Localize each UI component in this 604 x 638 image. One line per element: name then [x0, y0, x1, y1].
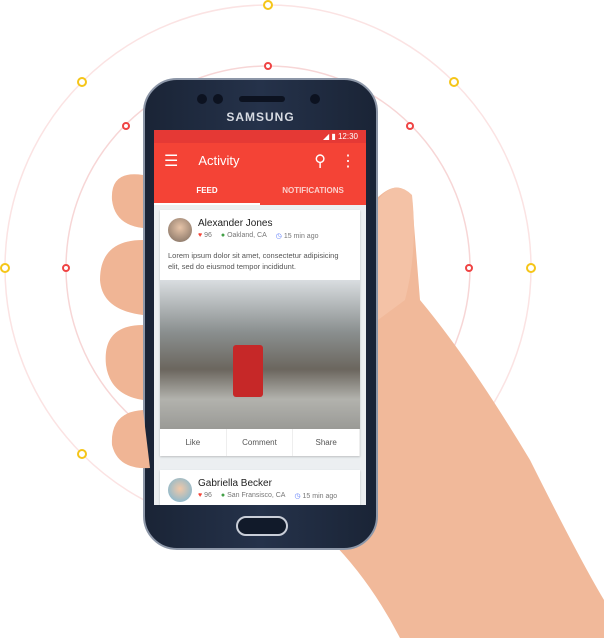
- like-button[interactable]: Like: [160, 429, 227, 456]
- app-screen: ◢ ▮ 12:30 ☰ Activity ⚲ ⋮ FEED NOTIFICATI…: [154, 130, 366, 505]
- post-card: Gabriella Becker ♥ 96 ● San Fransisco, CA…: [160, 470, 360, 505]
- tab-bar: FEED NOTIFICATIONS: [154, 178, 366, 205]
- post-text: Lorem ipsum dolor sit amet, consectetur …: [168, 251, 339, 271]
- heart-icon: ♥: [198, 232, 203, 239]
- post-time: 15 min ago: [302, 493, 338, 500]
- page-title: Activity: [198, 153, 240, 168]
- post-image[interactable]: [160, 280, 360, 429]
- avatar[interactable]: [168, 478, 192, 502]
- share-button[interactable]: Share: [293, 429, 361, 456]
- post-location: Oakland, CA: [227, 232, 267, 239]
- more-vert-icon[interactable]: ⋮: [340, 151, 356, 171]
- search-icon[interactable]: ⚲: [314, 151, 326, 171]
- comment-button[interactable]: Comment: [227, 429, 294, 456]
- tram-image: [233, 345, 263, 397]
- post-card: Alexander Jones ♥ 96 ● Oakland, CA ◷ 15 mi…: [160, 210, 361, 456]
- like-count: 96: [204, 232, 212, 239]
- status-bar: ◢ ▮ 12:30: [154, 130, 366, 143]
- menu-icon[interactable]: ☰: [164, 151, 178, 171]
- like-count: 96: [204, 492, 212, 499]
- clock-icon: ◷: [294, 493, 301, 500]
- location-pin-icon: ●: [220, 232, 226, 239]
- avatar[interactable]: [168, 218, 192, 242]
- app-bar: ☰ Activity ⚲ ⋮: [154, 143, 366, 178]
- post-author[interactable]: Gabriella Becker: [198, 478, 337, 489]
- tab-feed[interactable]: FEED: [154, 178, 260, 205]
- location-pin-icon: ●: [220, 492, 226, 499]
- status-time: 12:30: [337, 132, 358, 141]
- heart-icon: ♥: [198, 492, 203, 499]
- post-location: San Fransisco, CA: [227, 492, 286, 499]
- clock-icon: ◷: [275, 233, 282, 240]
- post-author[interactable]: Alexander Jones: [198, 218, 318, 229]
- post-time: 15 min ago: [283, 233, 319, 240]
- signal-icon: ◢ ▮: [322, 132, 338, 141]
- tab-notifications[interactable]: NOTIFICATIONS: [260, 178, 366, 205]
